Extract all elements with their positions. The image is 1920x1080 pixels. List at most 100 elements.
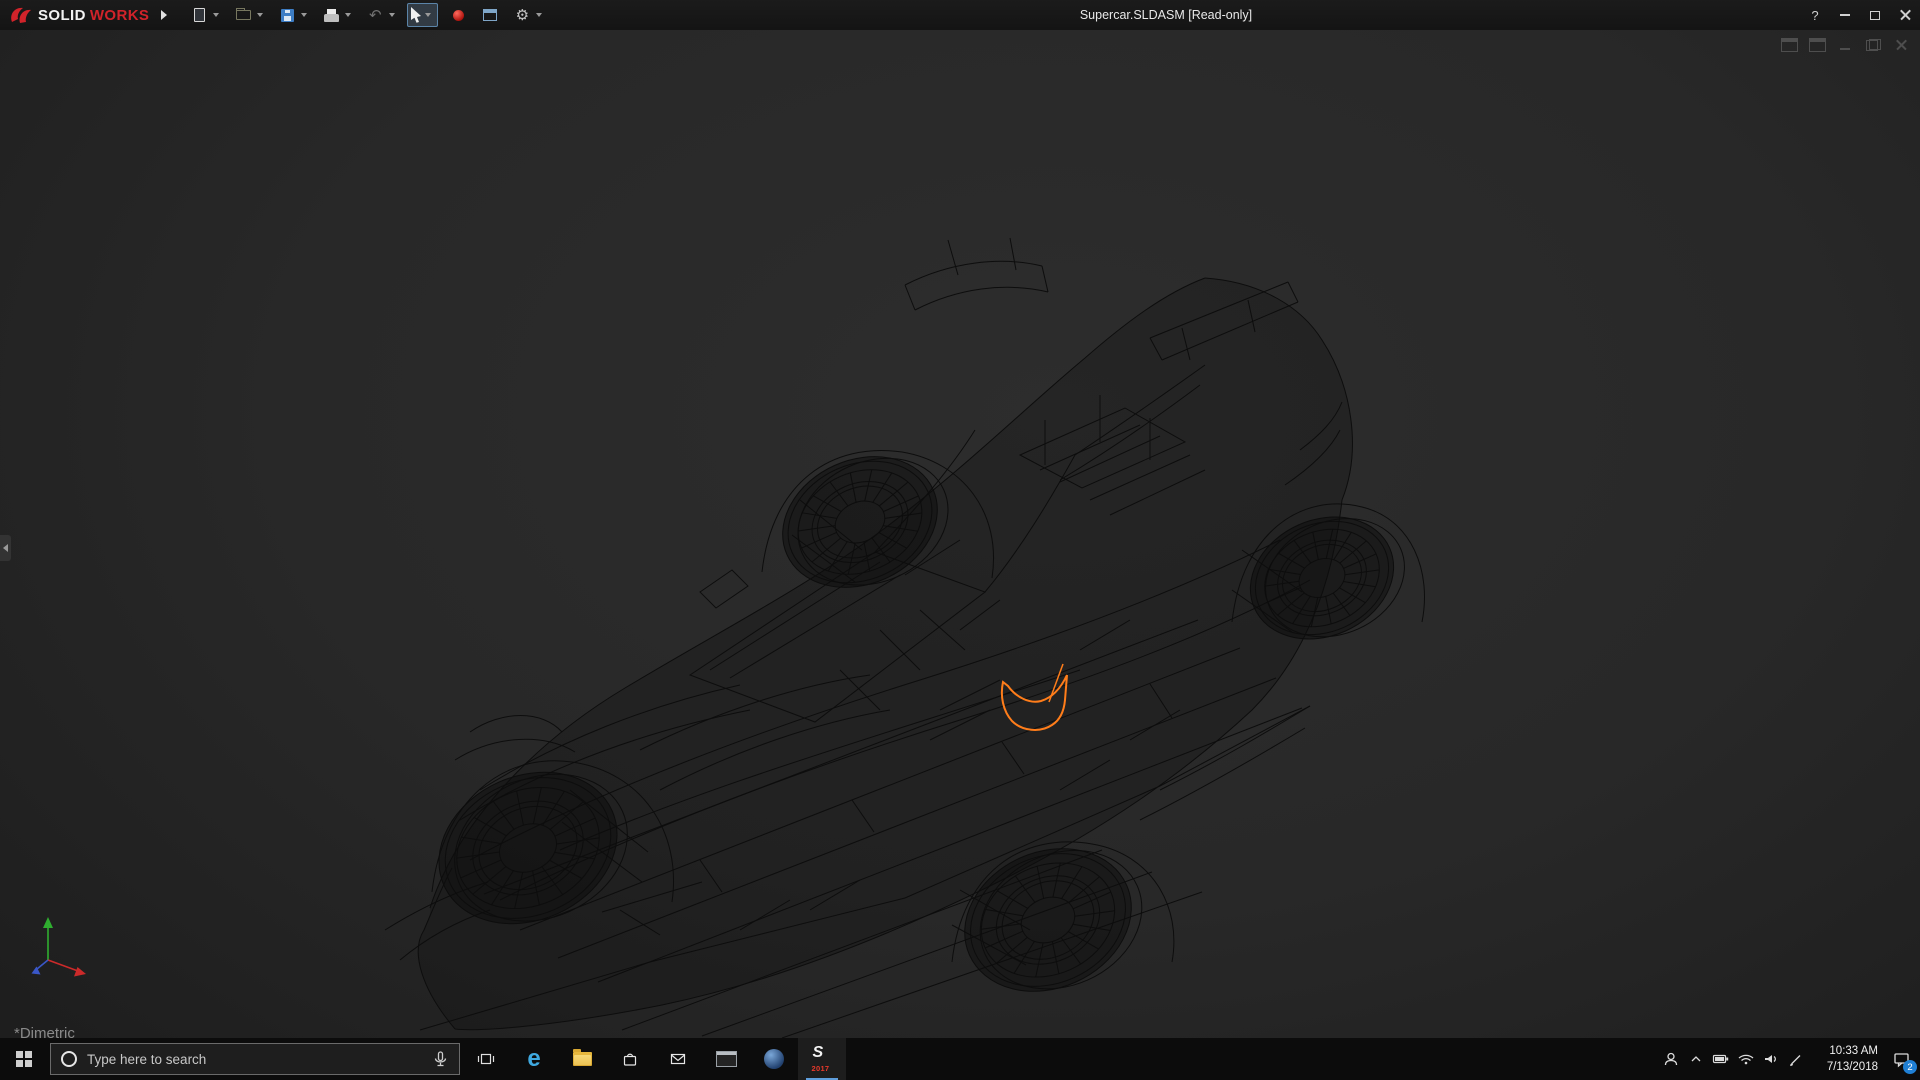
- undo-button[interactable]: ↶: [363, 3, 387, 27]
- pen-button[interactable]: [1783, 1038, 1808, 1080]
- help-button[interactable]: ?: [1800, 0, 1830, 30]
- select-tool-button[interactable]: [407, 3, 439, 27]
- task-view-button[interactable]: [462, 1038, 510, 1080]
- brand-text-solid: SOLID: [38, 6, 86, 24]
- search-input[interactable]: [87, 1051, 422, 1067]
- new-document-button[interactable]: [187, 3, 211, 27]
- record-macro-button[interactable]: [446, 3, 470, 27]
- minimize-button[interactable]: [1830, 0, 1860, 30]
- clock-date: 7/13/2018: [1826, 1061, 1878, 1073]
- axis-x-arrow-icon: [74, 967, 86, 977]
- record-macro-icon: [452, 9, 464, 21]
- network-button[interactable]: [1733, 1038, 1758, 1080]
- document-window-controls: [1781, 38, 1910, 52]
- pen-icon: [1789, 1055, 1800, 1067]
- select-cursor-icon: [411, 7, 422, 23]
- taskbar-search[interactable]: [50, 1043, 460, 1075]
- solidworks-letter: S: [812, 1043, 824, 1061]
- task-pane-icon: [483, 9, 498, 21]
- taskbar-app-solidworks[interactable]: S 2017: [798, 1038, 846, 1080]
- print-dropdown-icon[interactable]: [345, 13, 352, 17]
- store-bag-icon: [623, 1053, 637, 1066]
- command-prompt-icon: [715, 1051, 737, 1067]
- menu-flyout-arrow[interactable]: [155, 0, 173, 30]
- maximize-icon: [1870, 10, 1880, 20]
- taskbar-app-edrawings[interactable]: [750, 1038, 798, 1080]
- pane-left-icon[interactable]: [1781, 38, 1798, 52]
- document-minimize-icon[interactable]: [1837, 38, 1854, 52]
- battery-icon: [1712, 1054, 1728, 1064]
- battery-button[interactable]: [1708, 1038, 1733, 1080]
- mail-envelope-icon: [670, 1053, 686, 1065]
- hidden-icons-button[interactable]: [1683, 1038, 1708, 1080]
- document-restore-icon[interactable]: [1865, 38, 1882, 52]
- select-dropdown-icon[interactable]: [425, 13, 432, 17]
- save-dropdown-icon[interactable]: [301, 13, 308, 17]
- volume-button[interactable]: [1758, 1038, 1783, 1080]
- maximize-button[interactable]: [1860, 0, 1890, 30]
- solidworks-taskbar-icon: S 2017: [809, 1043, 836, 1073]
- options-dropdown-icon[interactable]: [536, 13, 543, 17]
- taskbar-app-store[interactable]: [606, 1038, 654, 1080]
- axis-z-icon: [36, 959, 49, 970]
- save-button[interactable]: [275, 3, 299, 27]
- solidworks-year: 2017: [811, 1063, 830, 1073]
- taskbar-app-command-prompt[interactable]: [702, 1038, 750, 1080]
- orientation-triad: [31, 917, 86, 977]
- speaker-icon: [1764, 1055, 1776, 1063]
- taskbar-app-edge[interactable]: e: [510, 1038, 558, 1080]
- microphone-icon[interactable]: [432, 1050, 449, 1068]
- print-button[interactable]: [319, 3, 343, 27]
- taskbar-clock[interactable]: 10:33 AM 7/13/2018: [1808, 1043, 1882, 1075]
- print-icon: [323, 8, 339, 22]
- save-icon: [280, 8, 294, 22]
- solidworks-logo: SOLID WORKS: [0, 0, 155, 30]
- gear-icon: ⚙: [515, 6, 530, 24]
- notification-badge: 2: [1903, 1060, 1917, 1074]
- dassault-systemes-logo-icon: [11, 7, 31, 23]
- new-document-icon: [193, 8, 205, 22]
- taskbar-app-file-explorer[interactable]: [558, 1038, 606, 1080]
- action-center-button[interactable]: 2: [1882, 1038, 1920, 1080]
- open-dropdown-icon[interactable]: [257, 13, 264, 17]
- axis-x-icon: [47, 959, 79, 972]
- wifi-icon: [1738, 1054, 1753, 1065]
- windows-taskbar: e S 2017: [0, 1038, 1920, 1080]
- chevron-up-icon: [1691, 1056, 1700, 1062]
- axis-y-arrow-icon: [43, 917, 53, 928]
- chevron-left-icon: [3, 544, 8, 552]
- people-icon: [1664, 1052, 1677, 1066]
- task-pane-button[interactable]: [478, 3, 502, 27]
- car-wireframe: [384, 237, 1425, 1038]
- new-document-dropdown-icon[interactable]: [213, 13, 220, 17]
- windows-logo-icon: [16, 1051, 32, 1067]
- graphics-area[interactable]: *Dimetric: [0, 30, 1920, 1038]
- edrawings-icon: [764, 1049, 784, 1069]
- task-view-icon: [477, 1053, 495, 1065]
- undo-dropdown-icon[interactable]: [389, 13, 396, 17]
- clock-time: 10:33 AM: [1829, 1044, 1878, 1057]
- app-titlebar: SOLID WORKS ↶ ⚙ Supercar.SLDASM [Read-on…: [0, 0, 1920, 30]
- document-title: Supercar.SLDASM [Read-only]: [1079, 8, 1253, 22]
- quick-access-toolbar: ↶ ⚙: [187, 0, 552, 30]
- view-orientation-label: *Dimetric: [14, 1025, 75, 1038]
- close-button[interactable]: [1890, 0, 1920, 30]
- brand-text-works: WORKS: [89, 6, 150, 24]
- system-tray: 10:33 AM 7/13/2018 2: [1658, 1038, 1920, 1080]
- file-explorer-icon: [572, 1049, 592, 1066]
- minimize-icon: [1840, 14, 1850, 16]
- open-folder-icon: [235, 8, 251, 20]
- start-button[interactable]: [0, 1038, 48, 1080]
- flyout-arrow-icon: [161, 10, 168, 20]
- taskbar-app-mail[interactable]: [654, 1038, 702, 1080]
- open-button[interactable]: [231, 3, 255, 27]
- undo-icon: ↶: [369, 6, 382, 24]
- edge-icon: e: [527, 1045, 541, 1072]
- people-button[interactable]: [1658, 1038, 1683, 1080]
- collapsed-panel-tab[interactable]: [0, 535, 11, 561]
- window-controls: ?: [1800, 0, 1920, 30]
- options-button[interactable]: ⚙: [510, 3, 534, 27]
- document-close-icon[interactable]: [1893, 38, 1910, 52]
- pane-right-icon[interactable]: [1809, 38, 1826, 52]
- cortana-icon: [61, 1051, 77, 1067]
